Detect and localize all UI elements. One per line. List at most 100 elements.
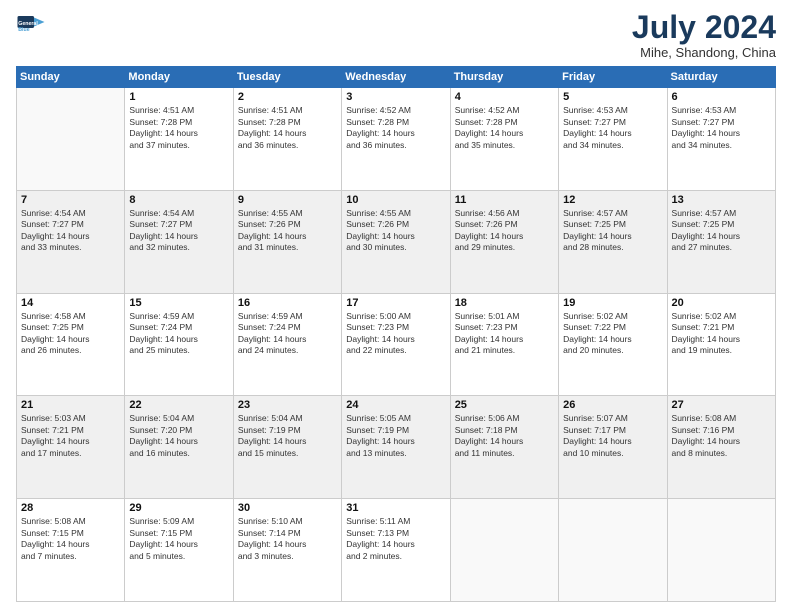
day-number: 24 [346,399,445,411]
day-info: Sunrise: 5:02 AM Sunset: 7:22 PM Dayligh… [563,311,662,357]
table-row: 17 Sunrise: 5:00 AM Sunset: 7:23 PM Dayli… [342,293,450,396]
day-number: 9 [238,194,337,206]
day-info: Sunrise: 5:10 AM Sunset: 7:14 PM Dayligh… [238,516,337,562]
table-row: 20 Sunrise: 5:02 AM Sunset: 7:21 PM Dayli… [667,293,775,396]
col-friday: Friday [559,67,667,88]
table-row: 18 Sunrise: 5:01 AM Sunset: 7:23 PM Dayli… [450,293,558,396]
table-row: 1Sunrise: 4:51 AM Sunset: 7:28 PM Daylig… [125,88,233,191]
logo: General Blue [16,10,46,40]
day-number: 12 [563,194,662,206]
table-row: 3Sunrise: 4:52 AM Sunset: 7:28 PM Daylig… [342,88,450,191]
day-number: 25 [455,399,554,411]
day-info: Sunrise: 5:00 AM Sunset: 7:23 PM Dayligh… [346,311,445,357]
subtitle: Mihe, Shandong, China [632,45,776,60]
day-info: Sunrise: 5:07 AM Sunset: 7:17 PM Dayligh… [563,413,662,459]
calendar-week-row: 7 Sunrise: 4:54 AM Sunset: 7:27 PM Daylig… [17,190,776,293]
day-info: Sunrise: 4:59 AM Sunset: 7:24 PM Dayligh… [238,311,337,357]
table-row: 7 Sunrise: 4:54 AM Sunset: 7:27 PM Daylig… [17,190,125,293]
table-row [559,499,667,602]
day-number: 27 [672,399,771,411]
table-row: 29Sunrise: 5:09 AM Sunset: 7:15 PM Dayli… [125,499,233,602]
day-number: 5 [563,91,662,103]
day-info: Sunrise: 5:08 AM Sunset: 7:15 PM Dayligh… [21,516,120,562]
day-number: 30 [238,502,337,514]
calendar-week-row: 1Sunrise: 4:51 AM Sunset: 7:28 PM Daylig… [17,88,776,191]
header-row: Sunday Monday Tuesday Wednesday Thursday… [17,67,776,88]
day-number: 2 [238,91,337,103]
title-block: July 2024 Mihe, Shandong, China [632,10,776,60]
table-row: 26 Sunrise: 5:07 AM Sunset: 7:17 PM Dayli… [559,396,667,499]
header: General Blue July 2024 Mihe, Shandong, C… [16,10,776,60]
day-number: 4 [455,91,554,103]
svg-text:Blue: Blue [18,27,29,33]
day-info: Sunrise: 5:02 AM Sunset: 7:21 PM Dayligh… [672,311,771,357]
table-row: 21 Sunrise: 5:03 AM Sunset: 7:21 PM Dayli… [17,396,125,499]
day-info: Sunrise: 4:52 AM Sunset: 7:28 PM Dayligh… [455,105,554,151]
calendar-week-row: 14 Sunrise: 4:58 AM Sunset: 7:25 PM Dayli… [17,293,776,396]
day-number: 17 [346,297,445,309]
table-row: 12Sunrise: 4:57 AM Sunset: 7:25 PM Dayli… [559,190,667,293]
day-info: Sunrise: 4:55 AM Sunset: 7:26 PM Dayligh… [346,208,445,254]
day-info: Sunrise: 4:54 AM Sunset: 7:27 PM Dayligh… [129,208,228,254]
day-info: Sunrise: 4:57 AM Sunset: 7:25 PM Dayligh… [672,208,771,254]
table-row: 16 Sunrise: 4:59 AM Sunset: 7:24 PM Dayli… [233,293,341,396]
day-info: Sunrise: 5:03 AM Sunset: 7:21 PM Dayligh… [21,413,120,459]
table-row: 13Sunrise: 4:57 AM Sunset: 7:25 PM Dayli… [667,190,775,293]
table-row: 23 Sunrise: 5:04 AM Sunset: 7:19 PM Dayli… [233,396,341,499]
day-info: Sunrise: 5:04 AM Sunset: 7:20 PM Dayligh… [129,413,228,459]
table-row [17,88,125,191]
col-thursday: Thursday [450,67,558,88]
day-info: Sunrise: 4:53 AM Sunset: 7:27 PM Dayligh… [672,105,771,151]
day-info: Sunrise: 4:58 AM Sunset: 7:25 PM Dayligh… [21,311,120,357]
table-row: 8 Sunrise: 4:54 AM Sunset: 7:27 PM Daylig… [125,190,233,293]
day-number: 23 [238,399,337,411]
table-row: 28 Sunrise: 5:08 AM Sunset: 7:15 PM Dayli… [17,499,125,602]
table-row: 24 Sunrise: 5:05 AM Sunset: 7:19 PM Dayli… [342,396,450,499]
calendar-week-row: 28 Sunrise: 5:08 AM Sunset: 7:15 PM Dayli… [17,499,776,602]
day-info: Sunrise: 5:09 AM Sunset: 7:15 PM Dayligh… [129,516,228,562]
table-row: 14 Sunrise: 4:58 AM Sunset: 7:25 PM Dayli… [17,293,125,396]
day-info: Sunrise: 4:51 AM Sunset: 7:28 PM Dayligh… [129,105,228,151]
day-number: 3 [346,91,445,103]
day-number: 7 [21,194,120,206]
day-info: Sunrise: 5:05 AM Sunset: 7:19 PM Dayligh… [346,413,445,459]
table-row: 25 Sunrise: 5:06 AM Sunset: 7:18 PM Dayli… [450,396,558,499]
table-row: 27Sunrise: 5:08 AM Sunset: 7:16 PM Dayli… [667,396,775,499]
day-info: Sunrise: 4:55 AM Sunset: 7:26 PM Dayligh… [238,208,337,254]
day-info: Sunrise: 5:06 AM Sunset: 7:18 PM Dayligh… [455,413,554,459]
day-info: Sunrise: 4:54 AM Sunset: 7:27 PM Dayligh… [21,208,120,254]
day-number: 21 [21,399,120,411]
day-info: Sunrise: 5:01 AM Sunset: 7:23 PM Dayligh… [455,311,554,357]
calendar-table: Sunday Monday Tuesday Wednesday Thursday… [16,66,776,602]
day-number: 18 [455,297,554,309]
calendar-week-row: 21 Sunrise: 5:03 AM Sunset: 7:21 PM Dayli… [17,396,776,499]
day-number: 14 [21,297,120,309]
day-number: 10 [346,194,445,206]
month-title: July 2024 [632,10,776,45]
day-number: 11 [455,194,554,206]
day-number: 19 [563,297,662,309]
day-number: 31 [346,502,445,514]
table-row: 5 Sunrise: 4:53 AM Sunset: 7:27 PM Daylig… [559,88,667,191]
day-number: 20 [672,297,771,309]
col-saturday: Saturday [667,67,775,88]
table-row: 19 Sunrise: 5:02 AM Sunset: 7:22 PM Dayli… [559,293,667,396]
day-info: Sunrise: 4:53 AM Sunset: 7:27 PM Dayligh… [563,105,662,151]
table-row: 31 Sunrise: 5:11 AM Sunset: 7:13 PM Dayli… [342,499,450,602]
day-number: 8 [129,194,228,206]
day-number: 6 [672,91,771,103]
col-monday: Monday [125,67,233,88]
day-number: 16 [238,297,337,309]
table-row [667,499,775,602]
day-info: Sunrise: 4:51 AM Sunset: 7:28 PM Dayligh… [238,105,337,151]
day-info: Sunrise: 5:11 AM Sunset: 7:13 PM Dayligh… [346,516,445,562]
table-row: 11Sunrise: 4:56 AM Sunset: 7:26 PM Dayli… [450,190,558,293]
table-row: 10 Sunrise: 4:55 AM Sunset: 7:26 PM Dayli… [342,190,450,293]
day-number: 28 [21,502,120,514]
day-number: 26 [563,399,662,411]
day-number: 22 [129,399,228,411]
table-row: 30 Sunrise: 5:10 AM Sunset: 7:14 PM Dayli… [233,499,341,602]
day-info: Sunrise: 5:04 AM Sunset: 7:19 PM Dayligh… [238,413,337,459]
day-info: Sunrise: 4:59 AM Sunset: 7:24 PM Dayligh… [129,311,228,357]
svg-text:General: General [18,21,38,27]
